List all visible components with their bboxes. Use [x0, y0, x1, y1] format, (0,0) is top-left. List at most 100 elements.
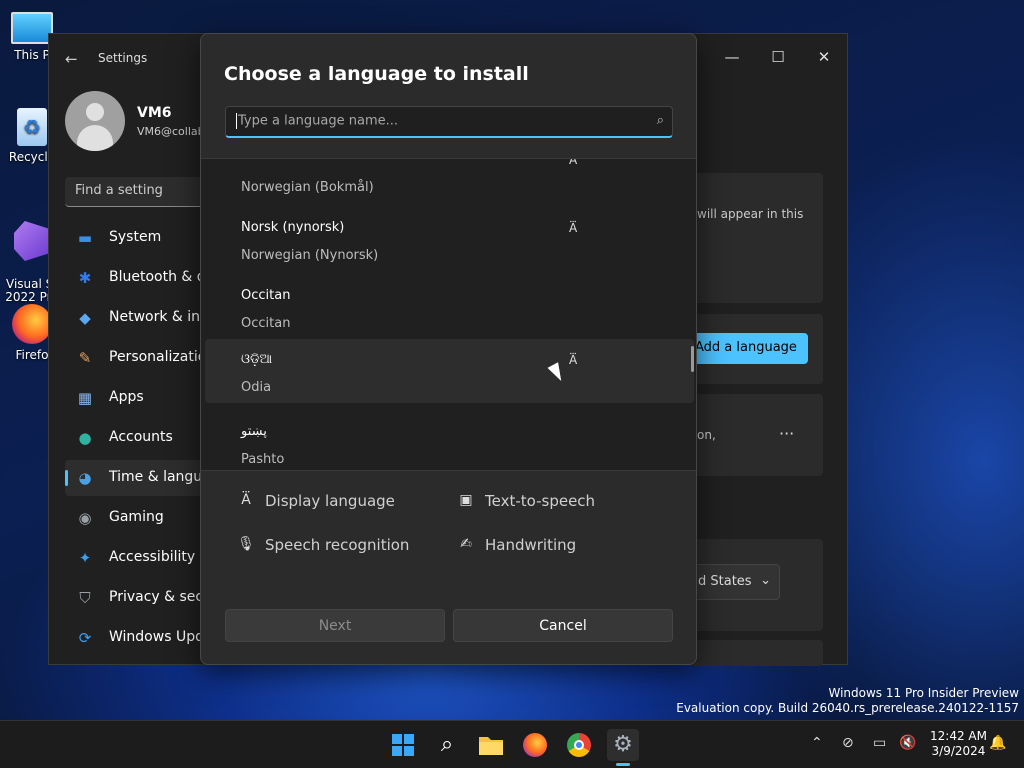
apps-icon: ▦: [77, 389, 93, 407]
system-clock[interactable]: 12:42 AM 3/9/2024: [930, 729, 987, 759]
sidebar-item-system[interactable]: ▬ System: [65, 220, 215, 256]
display-icon[interactable]: ▭: [873, 735, 886, 751]
sidebar-item-personalization[interactable]: ✎ Personalization: [65, 340, 215, 376]
chrome-icon[interactable]: [563, 729, 595, 761]
recycle-bin-icon: ♻: [17, 108, 47, 146]
feature-label: Text-to-speech: [485, 492, 596, 510]
start-icon[interactable]: [387, 729, 419, 761]
sidebar-item-label: Accessibility: [109, 549, 196, 565]
next-button[interactable]: Next: [225, 609, 445, 642]
sidebar-item-gaming[interactable]: ◉ Gaming: [65, 500, 215, 536]
notification-bell-icon[interactable]: 🔔: [989, 735, 1006, 751]
search-icon[interactable]: ⌕: [431, 729, 463, 761]
feature-label: Speech recognition: [265, 536, 410, 554]
bluetooth-icon: ✱: [78, 269, 92, 287]
display-language-icon: A⃛: [569, 353, 578, 367]
list-scrollbar[interactable]: [691, 346, 694, 372]
desktop-icon-label: Firefo: [15, 348, 49, 362]
firefox-icon: [12, 304, 52, 344]
shield-icon: ⛉: [79, 589, 91, 607]
settings-title: Settings: [98, 51, 148, 65]
sidebar-item-time-language[interactable]: ◕ Time & langua: [65, 460, 215, 496]
content-card: [689, 640, 823, 666]
file-explorer-icon[interactable]: [475, 729, 507, 761]
user-email: VM6@collab: [137, 125, 201, 138]
desktop-icon-label: This P: [14, 48, 50, 62]
text-to-speech-icon: ▣: [459, 492, 473, 508]
list-item[interactable]: Occitan Occitan: [205, 275, 694, 339]
language-english-name: Norwegian (Nynorsk): [241, 248, 379, 263]
sidebar-item-label: Time & langua: [109, 469, 211, 485]
chevron-down-icon: ⌄: [760, 573, 771, 588]
microphone-icon: 🎙: [237, 536, 255, 552]
display-language-icon: A⃛: [241, 492, 251, 508]
handwriting-icon: ✍: [460, 536, 472, 552]
back-arrow-icon[interactable]: ←: [65, 50, 78, 68]
display-language-icon: A⃛: [569, 158, 578, 167]
add-language-button[interactable]: Add a language: [687, 333, 808, 364]
find-setting-input[interactable]: Find a setting: [65, 177, 205, 207]
region-card: d States ⌄: [689, 539, 823, 631]
network-off-icon[interactable]: ⊘: [842, 735, 854, 751]
more-options-button[interactable]: ···: [779, 424, 794, 443]
sidebar-item-label: Privacy & secu: [109, 589, 212, 605]
language-english-name: Pashto: [241, 452, 285, 467]
content-card: will appear in this: [689, 173, 823, 303]
language-native-name: Occitan: [241, 288, 291, 303]
sidebar-item-apps[interactable]: ▦ Apps: [65, 380, 215, 416]
text-caret: [236, 113, 237, 129]
watermark-line-2: Evaluation copy. Build 26040.rs_prerelea…: [676, 701, 1019, 715]
taskbar: ⌕ ⚙ ⌃ ⊘ ▭ 🔇 12:42 AM 3/9/2024 🔔: [0, 720, 1024, 768]
clock-time: 12:42 AM: [930, 729, 987, 743]
choose-language-dialog: Choose a language to install Type a lang…: [200, 33, 697, 665]
clock-date: 3/9/2024: [931, 744, 986, 758]
list-item[interactable]: Norsk (nynorsk) A⃛ Norwegian (Nynorsk): [205, 207, 694, 271]
list-item[interactable]: پښتو Pashto: [205, 411, 694, 470]
card-text: on,: [697, 428, 716, 442]
settings-gear-icon[interactable]: ⚙: [607, 729, 639, 766]
system-icon: ▬: [77, 229, 93, 247]
sidebar-item-label: Windows Upda: [109, 629, 213, 645]
feature-label: Display language: [265, 492, 395, 510]
network-icon: ◆: [79, 309, 91, 327]
minimize-button[interactable]: —: [709, 42, 755, 72]
accessibility-icon: ✦: [78, 549, 92, 567]
language-native-name: Norsk (nynorsk): [241, 220, 345, 235]
sidebar-item-label: Apps: [109, 389, 144, 405]
sidebar-item-label: Network & inte: [109, 309, 215, 325]
maximize-button[interactable]: ☐: [755, 42, 801, 72]
language-search-input[interactable]: Type a language name... ⌕: [225, 106, 673, 138]
chevron-up-icon[interactable]: ⌃: [811, 735, 823, 751]
language-card: on, ···: [689, 394, 823, 476]
region-dropdown-value: d States: [698, 574, 752, 589]
list-item[interactable]: A⃛ Norwegian (Bokmål): [205, 158, 694, 203]
visual-studio-icon: [14, 221, 50, 261]
search-placeholder: Type a language name...: [238, 113, 399, 129]
firefox-icon[interactable]: [519, 729, 551, 761]
volume-muted-icon[interactable]: 🔇: [899, 735, 916, 751]
gaming-icon: ◉: [78, 509, 92, 527]
sidebar-item-accounts[interactable]: ● Accounts: [65, 420, 215, 456]
watermark-line-1: Windows 11 Pro Insider Preview: [828, 686, 1019, 700]
avatar[interactable]: [65, 91, 125, 151]
sidebar-item-network[interactable]: ◆ Network & inte: [65, 300, 215, 336]
sidebar-item-windows-update[interactable]: ⟳ Windows Upda: [65, 620, 215, 656]
card-hint-text: will appear in this: [697, 207, 804, 221]
region-dropdown[interactable]: d States ⌄: [689, 564, 780, 600]
language-english-name: Odia: [241, 380, 272, 395]
display-language-icon: A⃛: [569, 221, 578, 235]
sidebar-item-label: Accounts: [109, 429, 173, 445]
sidebar-item-label: Bluetooth & de: [109, 269, 215, 285]
feature-label: Handwriting: [485, 536, 577, 554]
brush-icon: ✎: [78, 349, 92, 367]
monitor-icon: [11, 12, 53, 44]
sidebar-item-bluetooth[interactable]: ✱ Bluetooth & de: [65, 260, 215, 296]
sidebar-item-label: Gaming: [109, 509, 164, 525]
sidebar-item-privacy[interactable]: ⛉ Privacy & secu: [65, 580, 215, 616]
dialog-title: Choose a language to install: [224, 63, 529, 85]
cancel-button[interactable]: Cancel: [453, 609, 673, 642]
list-item[interactable]: ଓଡ଼ିଆ A⃛ Odia: [205, 339, 694, 403]
sidebar-item-accessibility[interactable]: ✦ Accessibility: [65, 540, 215, 576]
close-button[interactable]: ✕: [801, 42, 847, 72]
language-list: A⃛ Norwegian (Bokmål) Norsk (nynorsk) A⃛…: [201, 158, 696, 471]
